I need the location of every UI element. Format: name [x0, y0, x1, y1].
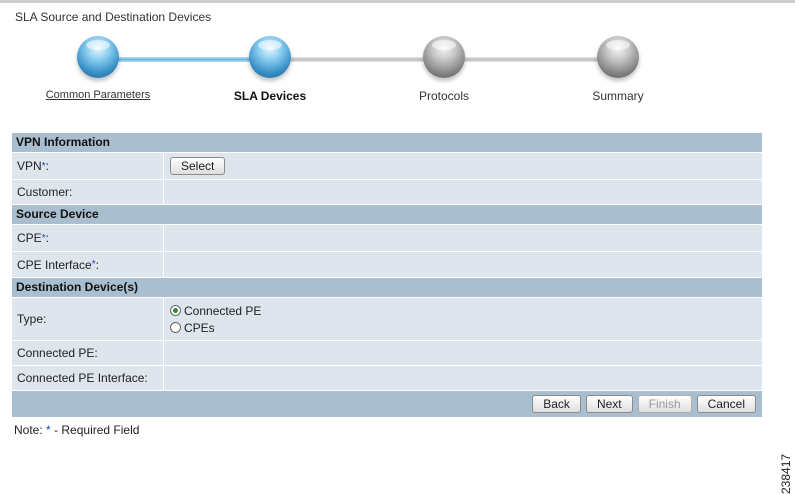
note-required-star: * [46, 423, 51, 437]
type-radio-group: Connected PE CPEs [164, 298, 762, 340]
step-orb-icon [423, 36, 465, 78]
radio-button-checked[interactable] [170, 305, 181, 316]
cpe-interface-label-text: CPE Interface [17, 257, 92, 272]
customer-value [164, 180, 762, 204]
wizard-step-summary: Summary [548, 30, 688, 103]
wizard-button-bar: Back Next Finish Cancel [12, 391, 762, 417]
label-colon: : [45, 159, 49, 173]
step-label-summary: Summary [592, 89, 644, 103]
wizard-progress: Common Parameters SLA Devices Protocols … [0, 30, 795, 110]
wizard-step-sla-devices: SLA Devices [200, 30, 340, 103]
form-row-cpe-interface: CPE Interface *: [12, 252, 762, 278]
radio-option-cpes[interactable]: CPEs [170, 319, 215, 336]
step-label-sla-devices: SLA Devices [233, 89, 307, 103]
next-button[interactable]: Next [585, 395, 633, 413]
connected-pe-interface-value[interactable] [164, 366, 762, 390]
step-orb-icon [597, 36, 639, 78]
sla-devices-form: VPN Information VPN *: Select Customer: S… [12, 133, 762, 417]
step-orb-icon [77, 36, 119, 78]
top-border [0, 0, 795, 3]
form-row-vpn: VPN *: Select [12, 153, 762, 180]
vpn-value: Select [164, 153, 762, 179]
vpn-select-button[interactable]: Select [170, 157, 226, 175]
vpn-label: VPN *: [12, 153, 164, 179]
form-row-type: Type: Connected PE CPEs [12, 298, 762, 341]
form-row-customer: Customer: [12, 180, 762, 205]
note-prefix: Note: [14, 423, 43, 437]
cpe-value[interactable] [164, 225, 762, 251]
cpe-interface-label: CPE Interface *: [12, 252, 164, 277]
note-text: - Required Field [54, 423, 140, 437]
form-row-connected-pe: Connected PE: [12, 341, 762, 366]
type-label: Type: [12, 298, 164, 340]
section-header-destination-devices: Destination Device(s) [12, 278, 762, 298]
radio-label-connected-pe: Connected PE [184, 303, 262, 318]
cpe-label: CPE *: [12, 225, 164, 251]
required-field-note: Note: * - Required Field [14, 423, 139, 437]
radio-option-connected-pe[interactable]: Connected PE [170, 302, 261, 319]
wizard-step-protocols: Protocols [374, 30, 514, 103]
form-row-connected-pe-interface: Connected PE Interface: [12, 366, 762, 391]
finish-button: Finish [637, 395, 692, 413]
vpn-label-text: VPN [17, 159, 42, 173]
connected-pe-label: Connected PE: [12, 341, 164, 365]
section-header-source-device: Source Device [12, 205, 762, 225]
customer-label: Customer: [12, 180, 164, 204]
figure-id: 238417 [779, 453, 793, 494]
step-orb-icon [249, 36, 291, 78]
section-header-vpn: VPN Information [12, 133, 762, 153]
form-row-cpe: CPE *: [12, 225, 762, 252]
step-label-common-parameters[interactable]: Common Parameters [28, 89, 168, 101]
connected-pe-interface-label: Connected PE Interface: [12, 366, 164, 390]
cpe-interface-value[interactable] [164, 252, 762, 277]
wizard-step-common-parameters[interactable]: Common Parameters [28, 30, 168, 101]
back-button[interactable]: Back [532, 395, 581, 413]
label-colon: : [95, 257, 99, 272]
label-colon: : [45, 231, 49, 245]
step-label-protocols: Protocols [418, 89, 470, 103]
radio-label-cpes: CPEs [184, 320, 215, 335]
radio-button-unchecked[interactable] [170, 322, 181, 333]
cpe-label-text: CPE [17, 231, 42, 245]
connected-pe-value[interactable] [164, 341, 762, 365]
page-title: SLA Source and Destination Devices [15, 10, 212, 24]
cancel-button[interactable]: Cancel [696, 395, 756, 413]
